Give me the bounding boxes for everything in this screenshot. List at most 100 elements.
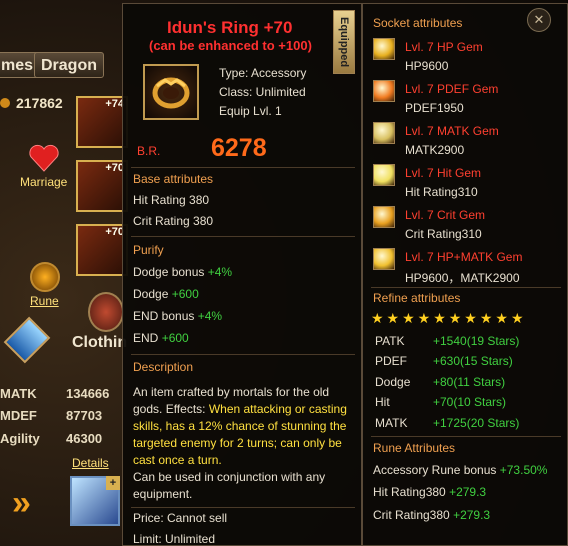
- equip-slot-helmet[interactable]: +74: [76, 96, 128, 148]
- hp-gem-icon: [373, 38, 395, 60]
- purify-row: Dodge +600: [133, 287, 199, 301]
- refine-value: +70(10 Stars): [433, 395, 507, 409]
- item-price: Price: Cannot sell: [133, 511, 228, 525]
- stat-label: MATK: [0, 386, 37, 401]
- rune-name: Hit Rating380: [373, 485, 446, 499]
- desc-text: Can be used in conjunction with any equi…: [133, 470, 326, 501]
- rune-row: Hit Rating380 +279.3: [373, 485, 486, 499]
- matk-gem-icon: [373, 122, 395, 144]
- gem-name: Lvl. 7 HP Gem: [405, 40, 483, 54]
- stat-value: 46300: [66, 431, 103, 446]
- rune-name: Crit Rating380: [373, 508, 450, 522]
- rune-row: Accessory Rune bonus +73.50%: [373, 463, 547, 477]
- refine-value: +1540(19 Stars): [433, 334, 520, 348]
- pdef-gem-icon: [373, 80, 395, 102]
- item-enhance-note: (can be enhanced to +100): [149, 38, 312, 53]
- stat-row-mdef: MDEF 87703: [0, 408, 120, 428]
- socket-attributes-heading: Socket attributes: [373, 16, 463, 30]
- divider: [371, 287, 561, 288]
- divider: [371, 436, 561, 437]
- divider: [131, 236, 355, 237]
- tab-dragon[interactable]: Dragon: [34, 52, 104, 78]
- refine-value: +80(11 Stars): [433, 375, 506, 389]
- item-title: Idun's Ring +70: [167, 18, 293, 37]
- item-limit: Limit: Unlimited: [133, 532, 216, 546]
- item-equip-level: Equip Lvl. 1: [219, 104, 282, 118]
- br-value: 6278: [211, 134, 267, 162]
- item-description: An item crafted by mortals for the old g…: [133, 384, 355, 503]
- refine-attributes-heading: Refine attributes: [373, 291, 461, 305]
- gem-value: PDEF1950: [405, 101, 464, 115]
- equipped-badge: Equipped: [333, 10, 355, 74]
- equip-slot-weapon[interactable]: +: [70, 476, 120, 526]
- purify-row: END bonus +4%: [133, 309, 222, 323]
- stat-value: 87703: [66, 408, 103, 423]
- crit-gem-icon: [373, 206, 395, 228]
- refine-name: PDEF: [375, 354, 408, 368]
- rune-value: +279.3: [453, 508, 491, 522]
- purify-value: +4%: [207, 265, 233, 279]
- gem-value: Crit Rating310: [405, 227, 482, 241]
- hit-gem-icon: [373, 164, 395, 186]
- divider: [131, 167, 355, 168]
- equip-slot-ring[interactable]: +70: [76, 224, 128, 276]
- gem-name: Lvl. 7 Hit Gem: [405, 166, 482, 180]
- purify-heading: Purify: [133, 243, 164, 257]
- ring-icon: [143, 64, 199, 120]
- rune-attributes-heading: Rune Attributes: [373, 441, 456, 455]
- rune-row: Crit Rating380 +279.3: [373, 508, 490, 522]
- close-icon[interactable]: ✕: [527, 8, 551, 32]
- stat-value: 134666: [66, 386, 110, 401]
- gem-value: MATK2900: [405, 143, 465, 157]
- equip-slot-armor[interactable]: +70: [76, 160, 128, 212]
- purify-value: +600: [171, 287, 199, 301]
- base-attributes-heading: Base attributes: [133, 172, 214, 186]
- battle-rating-value: 217862: [0, 95, 63, 111]
- purify-name: END bonus: [133, 309, 195, 323]
- gem-value: HP9600，MATK2900: [405, 271, 520, 285]
- gem-name: Lvl. 7 PDEF Gem: [405, 82, 499, 96]
- stat-row-matk: MATK 134666: [0, 386, 120, 406]
- purify-name: END: [133, 331, 159, 345]
- gem-name: Lvl. 7 MATK Gem: [405, 124, 499, 138]
- purify-value: +4%: [197, 309, 223, 323]
- item-type: Type: Accessory: [219, 66, 307, 80]
- purify-name: Dodge: [133, 287, 169, 301]
- rune-link[interactable]: Rune: [30, 294, 59, 308]
- purify-row: END +600: [133, 331, 189, 345]
- stat-row-agility: Agility 46300: [0, 431, 120, 451]
- divider: [131, 507, 355, 508]
- description-heading: Description: [133, 360, 194, 374]
- refine-value: +1725(20 Stars): [433, 416, 520, 430]
- rune-name: Accessory Rune bonus: [373, 463, 497, 477]
- purify-value: +600: [161, 331, 189, 345]
- gem-name: Lvl. 7 HP+MATK Gem: [405, 250, 523, 264]
- base-attribute: Hit Rating 380: [133, 193, 210, 207]
- rune-value: +73.50%: [499, 463, 548, 477]
- details-link[interactable]: Details: [72, 456, 109, 470]
- purify-name: Dodge bonus: [133, 265, 205, 279]
- crystal-icon[interactable]: [3, 316, 51, 364]
- refine-name: Hit: [375, 395, 390, 409]
- refine-name: MATK: [375, 416, 408, 430]
- stat-label: Agility: [0, 431, 40, 446]
- heart-icon[interactable]: [28, 143, 60, 173]
- rune-icon[interactable]: [30, 262, 60, 292]
- next-arrow-button[interactable]: »: [12, 484, 52, 524]
- socket-tooltip: ✕ Socket attributes Lvl. 7 HP Gem HP9600…: [362, 3, 568, 546]
- item-tooltip: Idun's Ring +70 (can be enhanced to +100…: [122, 3, 362, 546]
- rune-value: +279.3: [449, 485, 487, 499]
- gem-value: HP9600: [405, 59, 449, 73]
- purify-row: Dodge bonus +4%: [133, 265, 232, 279]
- refine-value: +630(15 Stars): [433, 354, 513, 368]
- marriage-label[interactable]: Marriage: [20, 175, 67, 189]
- stat-label: MDEF: [0, 408, 37, 423]
- br-label: B.R.: [137, 144, 161, 158]
- refine-name: Dodge: [375, 375, 411, 389]
- plus-icon[interactable]: +: [106, 476, 120, 490]
- clothing-tab[interactable]: Clothin: [72, 334, 127, 352]
- refine-name: PATK: [375, 334, 405, 348]
- phoenix-emblem-icon: [88, 292, 124, 332]
- gem-name: Lvl. 7 Crit Gem: [405, 208, 486, 222]
- refine-stars: ★★★★★★★★★★: [371, 310, 527, 326]
